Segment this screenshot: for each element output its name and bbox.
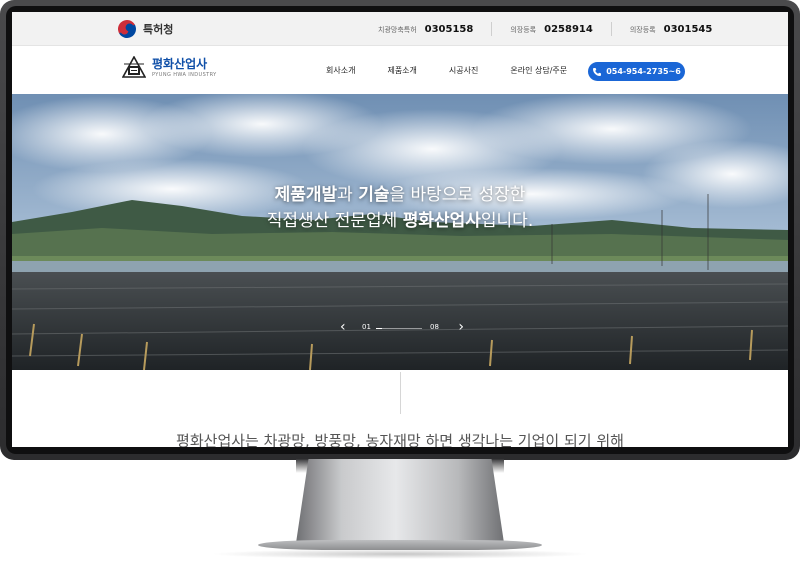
registration-number: 0301545	[663, 23, 713, 35]
registration-label: 의장등록	[629, 25, 656, 34]
slide-progress-track	[376, 328, 422, 329]
slide-progress-bar	[376, 328, 382, 329]
hero-text-segment: 과	[337, 185, 359, 205]
top-info-bar: 특허청 치광망축특허 0305158 의장등록 0258914 의장등록 030…	[12, 12, 788, 46]
hero-emphasis: 기술	[358, 185, 390, 205]
slide-current: 01	[362, 323, 371, 331]
nav-item-products[interactable]: 제품소개	[387, 65, 416, 76]
monitor-frame: 특허청 치광망축특허 0305158 의장등록 0258914 의장등록 030…	[0, 0, 800, 460]
phone-number: 054-954-2735~6	[606, 67, 681, 76]
site-header: 평화산업사 PYUNG HWA INDUSTRY 회사소개 제품소개 시공사진 …	[12, 47, 788, 94]
section-divider	[400, 372, 401, 414]
hero-text-segment: 을 바탕으로 성장한	[389, 185, 526, 205]
divider	[491, 22, 493, 36]
kipo-badge: 특허청	[114, 16, 174, 42]
slider-controls: ‹ 01 08 ›	[340, 320, 464, 334]
website-screen: 특허청 치광망축특허 0305158 의장등록 0258914 의장등록 030…	[12, 12, 788, 447]
hero-line-1: 제품개발과 기술을 바탕으로 성장한	[12, 182, 788, 208]
nav-item-online-order[interactable]: 온라인 상담/주문	[510, 65, 567, 76]
nav-item-company[interactable]: 회사소개	[326, 65, 355, 76]
registration-item: 의장등록 0301545	[630, 24, 712, 35]
hero-text-segment: 직접생산 전문업체	[266, 211, 403, 231]
kipo-label: 특허청	[143, 23, 174, 36]
slide-total: 08	[430, 323, 439, 331]
monitor-stand-base	[258, 540, 542, 550]
hero-emphasis: 평화산업사	[402, 211, 481, 231]
registration-item: 치광망축특허 0305158	[378, 24, 473, 35]
phone-button[interactable]: 054-954-2735~6	[588, 62, 685, 81]
hero-text-segment: 입니다.	[480, 211, 534, 231]
hero-banner: 제품개발과 기술을 바탕으로 성장한 직접생산 전문업체 평화산업사입니다. ‹…	[12, 94, 788, 370]
phone-icon	[593, 67, 602, 76]
site-logo[interactable]: 평화산업사 PYUNG HWA INDUSTRY	[121, 55, 217, 80]
main-nav: 회사소개 제품소개 시공사진 온라인 상담/주문	[326, 47, 599, 94]
company-emblem-icon	[121, 55, 147, 80]
monitor-base-shadow	[210, 549, 590, 559]
registration-number: 0305158	[424, 23, 474, 35]
divider	[610, 22, 612, 36]
intro-text: 평화산업사는 차광망, 방풍망, 농자재망 하면 생각나는 기업이 되기 위해	[176, 432, 624, 447]
hero-headline: 제품개발과 기술을 바탕으로 성장한 직접생산 전문업체 평화산업사입니다.	[12, 182, 788, 234]
registration-number: 0258914	[544, 23, 593, 35]
monitor-stand-neck	[296, 459, 504, 543]
registration-item: 의장등록 0258914	[510, 24, 592, 35]
logo-subtitle: PYUNG HWA INDUSTRY	[152, 72, 217, 78]
hero-line-2: 직접생산 전문업체 평화산업사입니다.	[12, 208, 788, 234]
registration-list: 치광망축특허 0305158 의장등록 0258914 의장등록 0301545	[378, 12, 712, 46]
registration-label: 치광망축특허	[378, 25, 417, 34]
nav-item-gallery[interactable]: 시공사진	[449, 65, 478, 76]
hero-emphasis: 제품개발	[274, 185, 338, 205]
taegeuk-icon	[114, 16, 140, 42]
chevron-left-icon[interactable]: ‹	[340, 320, 350, 334]
logo-name: 평화산업사	[152, 57, 208, 71]
registration-label: 의장등록	[510, 25, 537, 34]
chevron-right-icon[interactable]: ›	[454, 320, 464, 334]
